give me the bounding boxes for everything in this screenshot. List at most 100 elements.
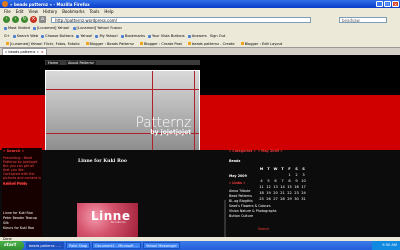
toolbar-item-label: Yahoo! (80, 34, 93, 38)
close-tab-icon[interactable]: × (41, 50, 44, 54)
toolbar2-item[interactable]: Answers (187, 34, 207, 38)
minimize-button[interactable]: _ (376, 1, 383, 7)
toolbar-item-label: Answers (191, 34, 207, 38)
tab-label: » beads patternz « (5, 50, 39, 54)
tab-beads-patternz[interactable]: » beads patternz « × (2, 48, 47, 55)
sidebar-link[interactable]: Button Culture (229, 214, 253, 218)
toolbar2-item[interactable]: My Yahoo! (95, 34, 118, 38)
category-link[interactable]: Beadz (229, 159, 240, 163)
bookmark-label: [Lunamed] Yahoo! Flickr, Fotos, Fotolia (10, 41, 80, 46)
recent-post-link[interactable]: Kleurs for Kuki Roo (3, 226, 34, 230)
close-button[interactable]: × (392, 1, 399, 7)
home-icon[interactable]: ⌂ (39, 16, 46, 23)
toolbar-item-label: Bookmarks (124, 34, 145, 38)
toolbar2-item[interactable]: Yahoo! (76, 34, 92, 38)
toolbar-item-label: [Lunamed] Yahoo! Fusion (76, 26, 122, 30)
calendar: M T W T F S S 1 2 3 4 5 6 7 8 9 10 11 12… (258, 166, 318, 202)
bookmark-icon (32, 26, 36, 30)
stop-icon[interactable]: × (30, 16, 37, 23)
recent-post-link[interactable]: Peter Beader Teacup (3, 216, 37, 220)
menu-view[interactable]: View (28, 9, 38, 14)
recent-post-link[interactable]: Silk (3, 221, 9, 225)
calendar-week: 25 26 27 28 29 30 31 (258, 196, 318, 202)
system-tray-clock: 9:50 AM (372, 241, 400, 250)
menu-bookmarks[interactable]: Bookmarks (62, 9, 84, 14)
yahoo-icon (76, 34, 80, 38)
url-input[interactable]: http://patternz.wordpress.com/ (51, 16, 311, 23)
blogger-icon (240, 42, 244, 45)
bookmark-item[interactable]: [Lunamed] Yahoo! Flickr, Fotos, Fotolia (4, 42, 82, 46)
sidebar-link[interactable]: Alexa Tribute (229, 189, 250, 193)
toolbar-item-label: Search Web (16, 34, 39, 38)
search-input[interactable]: beadsaw (339, 16, 387, 23)
taskbar-item-firefox[interactable]: beads patternz - ... (26, 242, 65, 249)
page-viewport[interactable]: Home About Patternz Patternz by jojetjoj… (0, 55, 400, 237)
puzzle-icon (41, 34, 45, 38)
toolbar-item-yahoo[interactable]: [Lunamed] Yahoo! (32, 26, 70, 30)
toolbar-item-label: Your Vista Buttons (151, 34, 185, 38)
bookmark-item[interactable]: Blogger : Beads Patternz (84, 42, 136, 46)
links-title: » Links « (229, 181, 246, 185)
decorative-line (152, 71, 153, 150)
sidebar-link[interactable]: Bl..og Blogthis (229, 199, 253, 203)
back-icon[interactable]: ‹ (3, 16, 10, 23)
bookmark-item[interactable]: Blogger : Create Post (138, 42, 184, 46)
toolbar2-item[interactable]: Search Web (12, 34, 39, 38)
forward-icon[interactable]: › (12, 16, 19, 23)
sidebar-link[interactable]: Sead's Flowers & Colours (229, 204, 271, 208)
calendar-month: » May 2009 « (258, 149, 283, 153)
menu-history[interactable]: History (43, 9, 57, 14)
site-nav-home[interactable]: Home (46, 61, 61, 65)
toolbar2-item[interactable]: Choose Buttons (41, 34, 73, 38)
bookmarks-toolbar: Most Visited [Lunamed] Yahoo! [Lunamed] … (0, 24, 400, 32)
bookmark-item[interactable]: beads patternz - Create (186, 42, 237, 46)
sidebar-link[interactable]: Bead Patterns (229, 194, 252, 198)
left-sidebar-text: Presenting : Bead Patternz by jojetjojet… (3, 156, 41, 185)
window-title: » beads patternz « - Mozilla Firefox (10, 1, 90, 7)
toolbar2-item[interactable]: Your Vista Buttons (147, 34, 185, 38)
maximize-button[interactable]: □ (384, 1, 391, 7)
taskbar-item-paint[interactable]: Paint Shop (66, 242, 91, 249)
firefox-icon (2, 1, 8, 7)
sidebar-divider (224, 200, 226, 237)
bookmark-label: Blogger : Beads Patternz (89, 41, 134, 46)
toolbar-item-most-visited[interactable]: Most Visited (4, 26, 30, 30)
archive-link[interactable]: May 2009 (229, 174, 247, 178)
post-image[interactable]: Linne for kuki roo (77, 203, 138, 237)
calendar-day: 26 (266, 197, 271, 201)
toolbar-item-label: My Yahoo! (99, 34, 118, 38)
calendar-day: 30 (294, 197, 299, 201)
toolbar-item-yahoo-fusion[interactable]: [Lunamed] Yahoo! Fusion (72, 26, 122, 30)
tab-bar: » beads patternz « × (0, 48, 400, 55)
decorative-line (194, 71, 195, 150)
site-header-image: Patternz by jojetjojet (45, 70, 200, 151)
recent-posts-title: Recent Posts (3, 182, 28, 186)
taskbar-item-messenger[interactable]: Yahoo! Messenger (143, 242, 180, 249)
bookmark-item[interactable]: Blogger : Edit Layout (239, 42, 285, 46)
left-sidebar-title: » Search « (3, 149, 25, 153)
toolbar2-item[interactable]: Bookmarks (120, 34, 145, 38)
menu-help[interactable]: Help (104, 9, 113, 14)
toolbar-item-label: G+ (4, 34, 10, 38)
toolbar2-item[interactable]: Sign Out (210, 34, 226, 38)
toolbar2-item[interactable]: G+ (4, 34, 10, 38)
reload-icon[interactable]: ↻ (21, 16, 28, 23)
menu-edit[interactable]: Edit (16, 9, 24, 14)
start-button[interactable]: start (0, 241, 24, 250)
content-area (0, 150, 400, 237)
menu-file[interactable]: File (4, 9, 11, 14)
yahoo-icon (95, 34, 99, 38)
menu-tools[interactable]: Tools (90, 9, 100, 14)
search-widget-label: Search (258, 227, 270, 231)
recent-post-link[interactable]: Linne for Kuki Roo (3, 211, 33, 215)
blogger-icon (85, 42, 89, 45)
bookmark-icon (6, 42, 9, 45)
site-nav-about[interactable]: About Patternz (66, 61, 96, 65)
calendar-day: 31 (301, 197, 306, 201)
taskbar-item-word[interactable]: Document1 - Microsoft ... (92, 242, 142, 249)
post-title[interactable]: Linne for Kuki Roo (78, 159, 127, 164)
post-image-subtitle: for kuki roo (111, 221, 126, 224)
bookmark-icon (4, 26, 7, 30)
calendar-day: 27 (273, 197, 278, 201)
sidebar-link[interactable]: Vision Nature & Photographs (229, 209, 277, 213)
